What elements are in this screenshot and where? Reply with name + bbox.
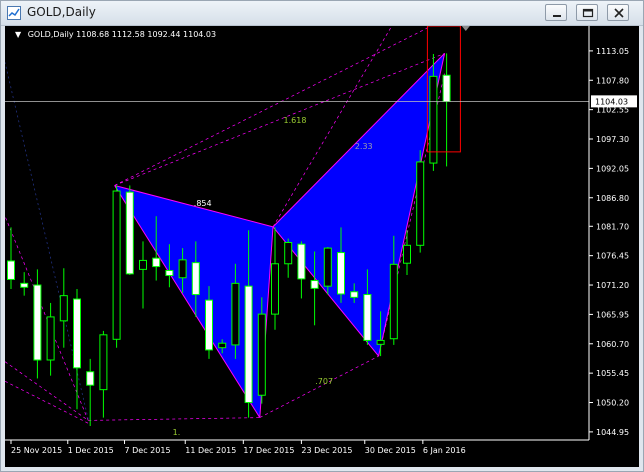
price-chart[interactable]: 1.618 2.33.854.707 1. 1113.05 1107.80 1102.55…: [5, 26, 639, 467]
price-tick-label: 1081.70: [596, 222, 629, 231]
candle-body: [20, 282, 29, 288]
ratio-label-bd: 1.618: [284, 116, 307, 125]
candle-body: [389, 263, 398, 340]
price-tick-label: 1044.95: [596, 428, 629, 437]
candle-body: [205, 299, 213, 351]
chart-window: GOLD,Daily 1.618 2.33 .854 .707 1. 1113.05 110…: [0, 0, 644, 472]
candle-body: [46, 316, 55, 361]
chart-info-line: ▼ GOLD,Daily 1108.68 1112.58 1092.44 110…: [15, 30, 216, 39]
candle-body: [139, 259, 147, 270]
candle-body: [191, 262, 200, 296]
price-tick-label: 1050.20: [596, 399, 629, 408]
time-tick-label: 17 Dec 2015: [243, 446, 294, 455]
candle: [416, 150, 425, 253]
candle-body: [337, 252, 345, 295]
chart-icon: [7, 6, 21, 20]
dropdown-triangle-icon[interactable]: ▼: [15, 30, 21, 39]
candle-body: [403, 244, 411, 264]
chart-ohlc: 1108.68 1112.58 1092.44 1104.03: [76, 30, 217, 39]
time-tick-label: 30 Dec 2015: [365, 446, 416, 455]
time-tick-label: 11 Dec 2015: [185, 446, 236, 455]
candle-body: [112, 190, 121, 340]
time-tick-label: 6 Jan 2016: [423, 446, 466, 455]
candle-body: [99, 334, 108, 391]
time-tick-label: 23 Dec 2015: [301, 446, 352, 455]
window-titlebar[interactable]: GOLD,Daily: [1, 1, 643, 26]
maximize-button[interactable]: [576, 4, 598, 21]
price-tick-label: 1065.95: [596, 310, 629, 319]
candle-body: [442, 74, 451, 103]
minimize-icon: [553, 15, 561, 17]
price-tick-label: 1113.05: [596, 47, 629, 56]
minimize-button[interactable]: [545, 4, 567, 21]
maximize-icon: [582, 8, 594, 18]
candle-body: [429, 75, 438, 164]
time-tick-label: 7 Dec 2015: [125, 446, 171, 455]
ratio-label-xd: 2.33: [355, 142, 373, 151]
price-tick-label: 1092.05: [596, 164, 629, 173]
candle: [125, 185, 134, 275]
price-tick-label: 1060.70: [596, 340, 629, 349]
price-tick-label: 1055.45: [596, 369, 629, 378]
close-button[interactable]: [607, 4, 629, 21]
candle-body: [284, 242, 293, 265]
chart-symbol: GOLD,Daily: [27, 30, 74, 39]
price-tick-label: 1076.45: [596, 252, 629, 261]
candle-body: [363, 294, 372, 341]
candle-body: [218, 342, 227, 349]
candle-body: [416, 161, 425, 246]
candle-body: [73, 298, 81, 369]
candle-body: [310, 280, 319, 289]
candle-body: [125, 191, 134, 275]
candle-body: [86, 371, 95, 386]
candle-body: [297, 243, 306, 280]
candle-body: [59, 295, 68, 322]
candle-body: [152, 257, 161, 268]
candle-body: [244, 285, 253, 404]
window-title: GOLD,Daily: [27, 5, 96, 19]
ratio-label-xb: .854: [194, 199, 212, 208]
candle-body: [7, 260, 15, 280]
time-tick-label: 25 Nov 2015: [11, 446, 62, 455]
candle-body: [33, 284, 42, 361]
candle: [112, 185, 121, 348]
candle-body: [178, 259, 187, 279]
candle-body: [323, 247, 332, 287]
candle-body: [271, 263, 279, 315]
price-tick-label: 1097.30: [596, 135, 629, 144]
price-tick-label: 1107.80: [596, 76, 629, 85]
candle-body: [165, 269, 174, 277]
ratio-label-extra: 1.: [173, 428, 181, 437]
chart-canvas[interactable]: 1.6182.33.854.7071.1113.051107.801102.55…: [5, 26, 639, 467]
candle-body: [257, 313, 266, 396]
price-tick-label: 1071.20: [596, 281, 629, 290]
current-price-label: 1104.03: [595, 97, 628, 106]
candle-body: [350, 291, 359, 298]
candle-body: [376, 339, 385, 345]
close-icon: [614, 8, 624, 18]
price-tick-label: 1086.80: [596, 194, 629, 203]
time-tick-label: 1 Dec 2015: [68, 446, 114, 455]
ratio-label-ac: .707: [315, 377, 333, 386]
candle-body: [231, 282, 240, 346]
